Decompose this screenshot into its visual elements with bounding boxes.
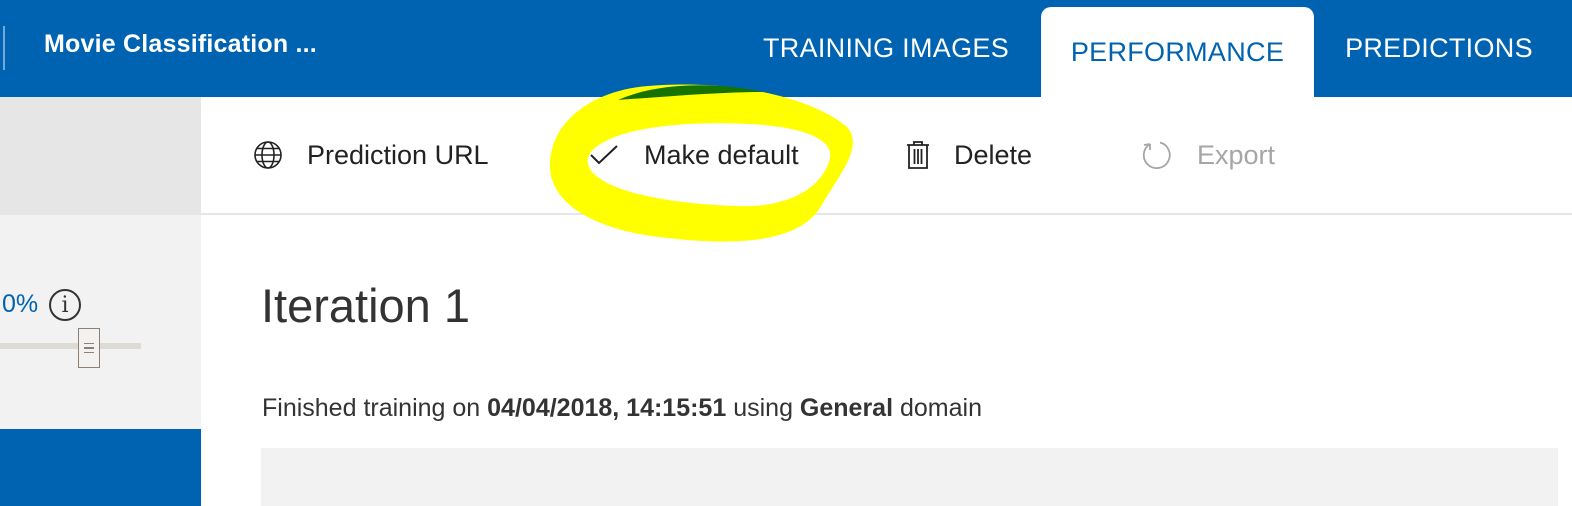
project-title[interactable]: Movie Classification ... [44, 30, 317, 59]
refresh-icon [1141, 139, 1173, 171]
threshold-slider-thumb[interactable] [78, 328, 100, 368]
checkmark-icon [588, 143, 620, 167]
sidebar-selected-iteration[interactable] [0, 429, 201, 506]
training-date: 04/04/2018, 14:15:51 [487, 394, 727, 422]
iteration-title: Iteration 1 [261, 279, 471, 332]
training-status-text: Finished training on 04/04/2018, 14:15:5… [262, 394, 982, 422]
trash-icon [906, 140, 930, 170]
delete-button[interactable]: Delete [906, 97, 1032, 213]
probability-threshold-value: 0% [2, 290, 39, 318]
export-label: Export [1197, 139, 1276, 170]
make-default-button[interactable]: Make default [588, 97, 799, 213]
globe-icon [253, 140, 283, 170]
iteration-toolbar: Prediction URL Make default Delete Expor… [201, 97, 1572, 215]
left-sidebar: 0% i [0, 97, 201, 506]
delete-label: Delete [954, 139, 1033, 170]
tab-training-images[interactable]: TRAINING IMAGES [752, 0, 1020, 97]
performance-metrics-panel [261, 448, 1558, 506]
top-header-bar: Movie Classification ... TRAINING IMAGES… [0, 0, 1572, 97]
export-button[interactable]: Export [1141, 97, 1275, 213]
prediction-url-button[interactable]: Prediction URL [253, 97, 489, 213]
header-divider [3, 26, 5, 70]
tab-predictions[interactable]: PREDICTIONS [1328, 0, 1550, 97]
tab-performance[interactable]: PERFORMANCE [1041, 7, 1314, 97]
sidebar-header-strip [0, 97, 201, 215]
make-default-label: Make default [644, 139, 799, 170]
threshold-slider-track[interactable] [0, 343, 141, 349]
training-domain: General [799, 394, 894, 422]
info-icon[interactable]: i [49, 289, 81, 321]
prediction-url-label: Prediction URL [307, 139, 489, 170]
